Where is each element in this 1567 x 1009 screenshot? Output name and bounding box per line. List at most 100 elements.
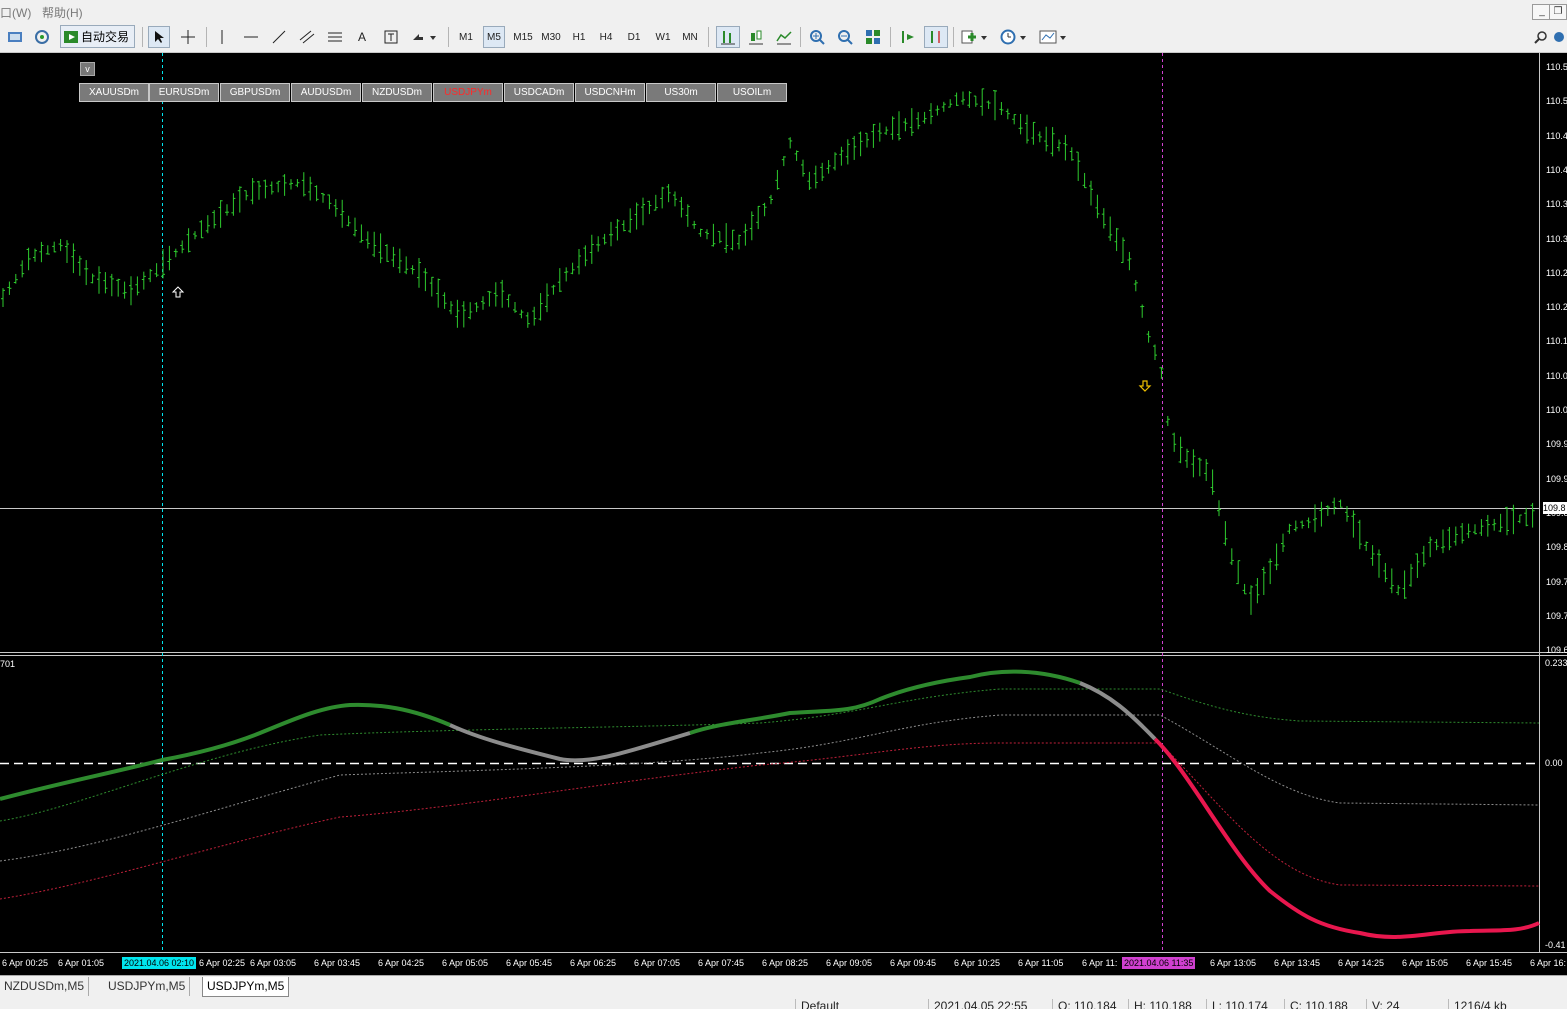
- tab-usdjpym-m5-active[interactable]: USDJPYm,M5: [202, 977, 290, 997]
- trendline-icon[interactable]: [268, 26, 290, 48]
- symbol-button-gbpusdm[interactable]: GBPUSDm: [220, 83, 290, 102]
- price-tick-label: 109.7: [1546, 610, 1567, 621]
- price-tick-label: 110.4: [1546, 164, 1567, 175]
- time-tick-label: 6 Apr 15:05: [1402, 958, 1449, 968]
- timeframe-m30[interactable]: M30: [538, 26, 564, 48]
- timeframe-h1[interactable]: H1: [568, 26, 590, 48]
- menu-bar: 口(W) 帮助(H) _ ❐: [0, 0, 1567, 22]
- status-low: L: 110.174: [1206, 999, 1268, 1009]
- price-tick-label: 110.1: [1546, 336, 1567, 347]
- time-tick-label: 6 Apr 07:45: [698, 958, 745, 968]
- price-tick-label: 110.3: [1546, 199, 1567, 210]
- timeframe-w1[interactable]: W1: [652, 26, 674, 48]
- price-tick-label: 109.6: [1546, 645, 1567, 656]
- status-profile: Default: [795, 999, 839, 1009]
- tab-usdjpym-m5[interactable]: USDJPYm,M5: [104, 977, 191, 996]
- oscillator-flat-segment: [449, 723, 691, 763]
- search-icon[interactable]: [1531, 26, 1551, 48]
- status-open: O: 110.184: [1052, 999, 1117, 1009]
- time-tick-label: 6 Apr 00:25: [2, 958, 49, 968]
- band-upper-line: [0, 688, 1540, 822]
- indicator-name-label: 701: [0, 659, 16, 669]
- crosshair-icon[interactable]: [177, 26, 199, 48]
- time-tick-label: 6 Apr 11:: [1082, 958, 1118, 968]
- horizontal-line-icon[interactable]: [240, 26, 262, 48]
- symbol-button-usdcnhm[interactable]: USDCNHm: [575, 83, 645, 102]
- price-tick-label: 110.2: [1546, 302, 1567, 313]
- symbol-button-usdcadm[interactable]: USDCADm: [504, 83, 574, 102]
- time-tick-label: 6 Apr 14:25: [1338, 958, 1385, 968]
- toolbar: 自动交易 A M1 M5 M15 M30 H1 H4 D1 W1 MN: [0, 22, 1567, 53]
- price-tick-label: 109.7: [1546, 576, 1567, 587]
- crosshair-time-label-2: 2021.04.06 11:35: [1122, 957, 1196, 969]
- periods-dropdown-icon[interactable]: [996, 26, 1030, 48]
- chart-window[interactable]: v XAUUSDm EURUSDm GBPUSDm AUDUSDm NZDUSD…: [0, 53, 1567, 975]
- price-tick-label: 109.8: [1546, 542, 1567, 553]
- time-tick-label: 6 Apr 13:05: [1210, 958, 1257, 968]
- time-tick-label: 6 Apr 09:05: [826, 958, 873, 968]
- zoom-in-icon[interactable]: [806, 26, 828, 48]
- time-tick-label: 6 Apr 05:05: [442, 958, 489, 968]
- indicator-tick-top: 0.233: [1545, 658, 1567, 668]
- tab-nzdusdm-m5[interactable]: NZDUSDm,M5: [0, 977, 89, 996]
- price-tick-label: 110.4: [1546, 130, 1567, 141]
- symbol-button-xauusdm[interactable]: XAUUSDm: [79, 83, 149, 102]
- time-tick-label: 6 Apr 09:45: [890, 958, 937, 968]
- time-tick-label: 6 Apr 10:25: [954, 958, 1001, 968]
- timeframe-d1[interactable]: D1: [623, 26, 645, 48]
- cursor-icon[interactable]: [148, 26, 170, 48]
- symbol-button-usdjpym[interactable]: USDJPYm: [433, 83, 503, 102]
- status-traffic: 1216/4 kb: [1448, 999, 1507, 1009]
- community-icon[interactable]: [1551, 26, 1567, 48]
- symbol-button-nzdusdm[interactable]: NZDUSDm: [362, 83, 432, 102]
- price-tick-label: 110.3: [1546, 233, 1567, 244]
- restore-button[interactable]: ❐: [1549, 4, 1567, 20]
- templates-dropdown-icon[interactable]: [1036, 26, 1070, 48]
- time-tick-label: 6 Apr 11:05: [1018, 958, 1064, 968]
- band-lower-line: [0, 742, 1540, 900]
- time-tick-label: 6 Apr 04:25: [378, 958, 425, 968]
- price-tick-label: 109.9: [1546, 439, 1567, 450]
- text-label-icon[interactable]: [380, 26, 402, 48]
- v-toggle-button[interactable]: v: [80, 62, 95, 76]
- new-order-icon[interactable]: [4, 26, 26, 48]
- autotrade-label: 自动交易: [81, 30, 130, 44]
- menu-help[interactable]: 帮助(H): [42, 4, 83, 21]
- indicators-dropdown-icon[interactable]: [958, 26, 990, 48]
- symbol-button-usoilm[interactable]: USOILm: [717, 83, 787, 102]
- status-volume: V: 24: [1366, 999, 1400, 1009]
- timeframe-h4[interactable]: H4: [595, 26, 617, 48]
- line-chart-icon[interactable]: [772, 26, 796, 48]
- autotrade-button[interactable]: 自动交易: [60, 25, 135, 48]
- timeframe-m5[interactable]: M5: [483, 26, 505, 48]
- time-tick-label: 6 Apr 07:05: [634, 958, 681, 968]
- time-tick-label: 6 Apr 05:45: [506, 958, 553, 968]
- time-tick-label: 6 Apr 15:45: [1466, 958, 1513, 968]
- zoom-out-icon[interactable]: [834, 26, 856, 48]
- symbol-button-us30m[interactable]: US30m: [646, 83, 716, 102]
- price-chart[interactable]: [0, 53, 1567, 975]
- equidistant-channel-icon[interactable]: [296, 26, 318, 48]
- oscillator-turn-segment: [1079, 681, 1157, 741]
- auto-scroll-icon[interactable]: [896, 26, 920, 48]
- indicator-tick-bottom: -0.41: [1545, 940, 1566, 950]
- symbol-button-eurusdm[interactable]: EURUSDm: [149, 83, 219, 102]
- fibonacci-icon[interactable]: [324, 26, 346, 48]
- bar-chart-icon[interactable]: [716, 26, 740, 48]
- status-close: C: 110.188: [1284, 999, 1348, 1009]
- symbol-button-audusdm[interactable]: AUDUSDm: [291, 83, 361, 102]
- signals-icon[interactable]: [30, 26, 54, 48]
- candlestick-icon[interactable]: [744, 26, 768, 48]
- arrows-dropdown-icon[interactable]: [408, 26, 440, 48]
- timeframe-m1[interactable]: M1: [455, 26, 477, 48]
- autotrade-icon: [64, 30, 78, 43]
- time-tick-label: 6 Apr 02:25: [199, 958, 246, 968]
- timeframe-mn[interactable]: MN: [679, 26, 701, 48]
- menu-window[interactable]: 口(W): [0, 4, 31, 21]
- text-tool-icon[interactable]: A: [352, 26, 372, 48]
- timeframe-m15[interactable]: M15: [510, 26, 536, 48]
- time-tick-label: 6 Apr 08:25: [762, 958, 809, 968]
- chart-shift-icon[interactable]: [924, 26, 948, 48]
- vertical-line-icon[interactable]: [212, 26, 232, 48]
- tile-windows-icon[interactable]: [862, 26, 884, 48]
